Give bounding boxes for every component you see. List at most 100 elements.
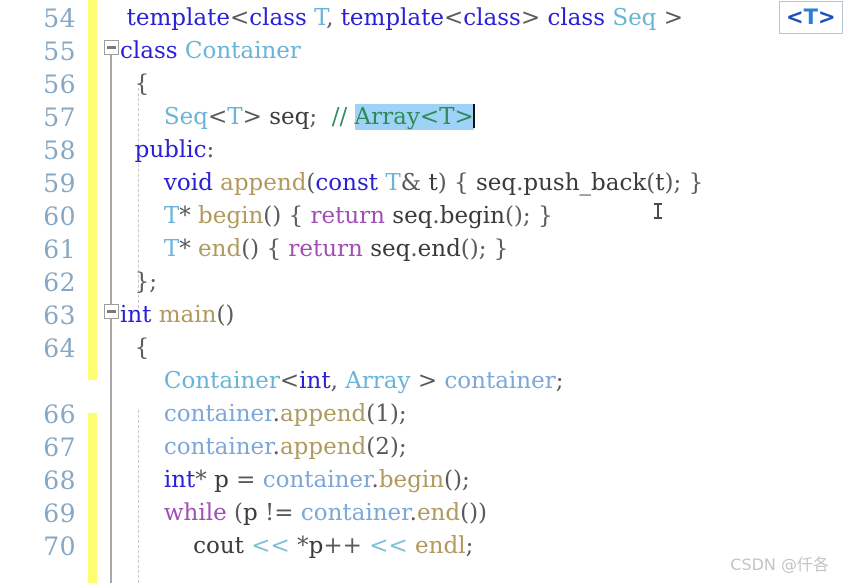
code-token: , [330, 368, 346, 394]
code-line[interactable]: { [120, 332, 150, 365]
code-line[interactable]: template<class T, template<class> class … [112, 2, 683, 35]
code-token: Seq [612, 5, 657, 31]
code-token: (2); [366, 434, 407, 460]
code-token: endl [415, 533, 466, 559]
code-token: > [410, 368, 445, 394]
code-token: container [300, 500, 410, 526]
code-editor[interactable]: 54 55 56 57 58 59 60 61 62 63 64 66 67 6… [0, 0, 843, 583]
code-line[interactable]: while (p != container.end()) [120, 497, 487, 530]
code-token: << [369, 533, 408, 559]
code-line[interactable]: { [120, 68, 150, 101]
code-token: ) { [437, 170, 476, 196]
code-token: seq [370, 236, 411, 262]
code-token: > [520, 5, 548, 31]
code-token: container [163, 401, 273, 427]
code-token: < [207, 104, 228, 130]
code-token: end [417, 236, 461, 262]
code-token: T [163, 236, 180, 262]
code-token: & [400, 170, 429, 196]
code-token: container [163, 434, 273, 460]
code-token: . [409, 500, 417, 526]
code-token: p [243, 500, 258, 526]
code-token: t [428, 170, 438, 196]
code-token: return [310, 203, 385, 229]
code-token: // [331, 104, 355, 130]
code-token: public [134, 137, 207, 163]
code-token: seq [269, 104, 310, 130]
code-token: begin [439, 203, 505, 229]
code-token: ; [465, 533, 474, 559]
code-token: T [314, 5, 327, 31]
code-token: seq [475, 170, 517, 196]
code-token: void [163, 170, 213, 196]
code-token: int [120, 302, 152, 328]
code-token: T [385, 170, 401, 196]
code-token: }; [120, 269, 158, 295]
code-token: main [158, 302, 217, 328]
code-token: > [242, 104, 270, 130]
code-line[interactable]: Container<int, Array > container; [120, 365, 564, 398]
template-argument-tooltip[interactable]: <T> [779, 1, 843, 34]
code-token: Array [345, 368, 411, 394]
watermark: CSDN @仟各 [730, 555, 829, 574]
code-token: p [214, 467, 229, 493]
code-token: (1); [366, 401, 407, 427]
code-token: append [220, 170, 307, 196]
code-line[interactable]: int* p = container.begin(); [120, 464, 470, 497]
code-text-layer[interactable]: template<class T, template<class> class … [0, 0, 843, 583]
code-token: ++ [323, 533, 370, 559]
code-line[interactable]: container.append(2); [120, 431, 407, 464]
code-token: * [179, 236, 199, 262]
code-line[interactable]: int main() [120, 299, 234, 332]
code-token: < [279, 368, 300, 394]
code-token: . [432, 203, 440, 229]
code-line[interactable]: T* end() { return seq.end(); } [120, 233, 509, 266]
code-token: int [163, 467, 196, 493]
code-line[interactable]: }; [120, 266, 157, 299]
code-token: Array<T> [354, 104, 474, 130]
code-token: () [216, 302, 235, 328]
code-token: () { [263, 203, 311, 229]
tooltip-type-letter: T [803, 5, 818, 29]
code-token: ( [226, 500, 243, 526]
code-line[interactable]: container.append(1); [120, 398, 407, 431]
code-token: < [444, 5, 464, 31]
code-token: . [272, 401, 280, 427]
code-token: push_back [523, 170, 647, 196]
code-line[interactable]: Seq<T> seq; // Array<T> [120, 101, 475, 134]
code-line[interactable]: cout << *p++ << endl; [120, 530, 473, 563]
code-token: (); } [460, 236, 509, 262]
code-token: template [126, 5, 230, 31]
text-ibeam-cursor [654, 203, 662, 219]
code-token: * [179, 203, 199, 229]
code-token: template [340, 5, 444, 31]
code-token: . [410, 236, 418, 262]
code-line[interactable]: T* begin() { return seq.begin(); } [120, 200, 553, 233]
code-token: , [326, 5, 341, 31]
code-token: (); } [504, 203, 553, 229]
text-caret [472, 104, 475, 128]
code-token: end [416, 500, 461, 526]
code-line[interactable]: class Container [120, 35, 301, 68]
code-token: const [315, 170, 378, 196]
tooltip-close-angle: > [817, 5, 836, 29]
code-token: () { [241, 236, 289, 262]
code-line[interactable]: void append(const T& t) { seq.push_back(… [120, 167, 703, 200]
code-line[interactable]: public: [120, 134, 215, 167]
code-token: cout [193, 533, 244, 559]
code-token: ); } [664, 170, 704, 196]
code-token: ()) [460, 500, 488, 526]
code-token: append [279, 434, 367, 460]
code-token: ; [309, 104, 332, 130]
code-token: << [251, 533, 290, 559]
code-token: * [289, 533, 309, 559]
code-token: begin [378, 467, 445, 493]
